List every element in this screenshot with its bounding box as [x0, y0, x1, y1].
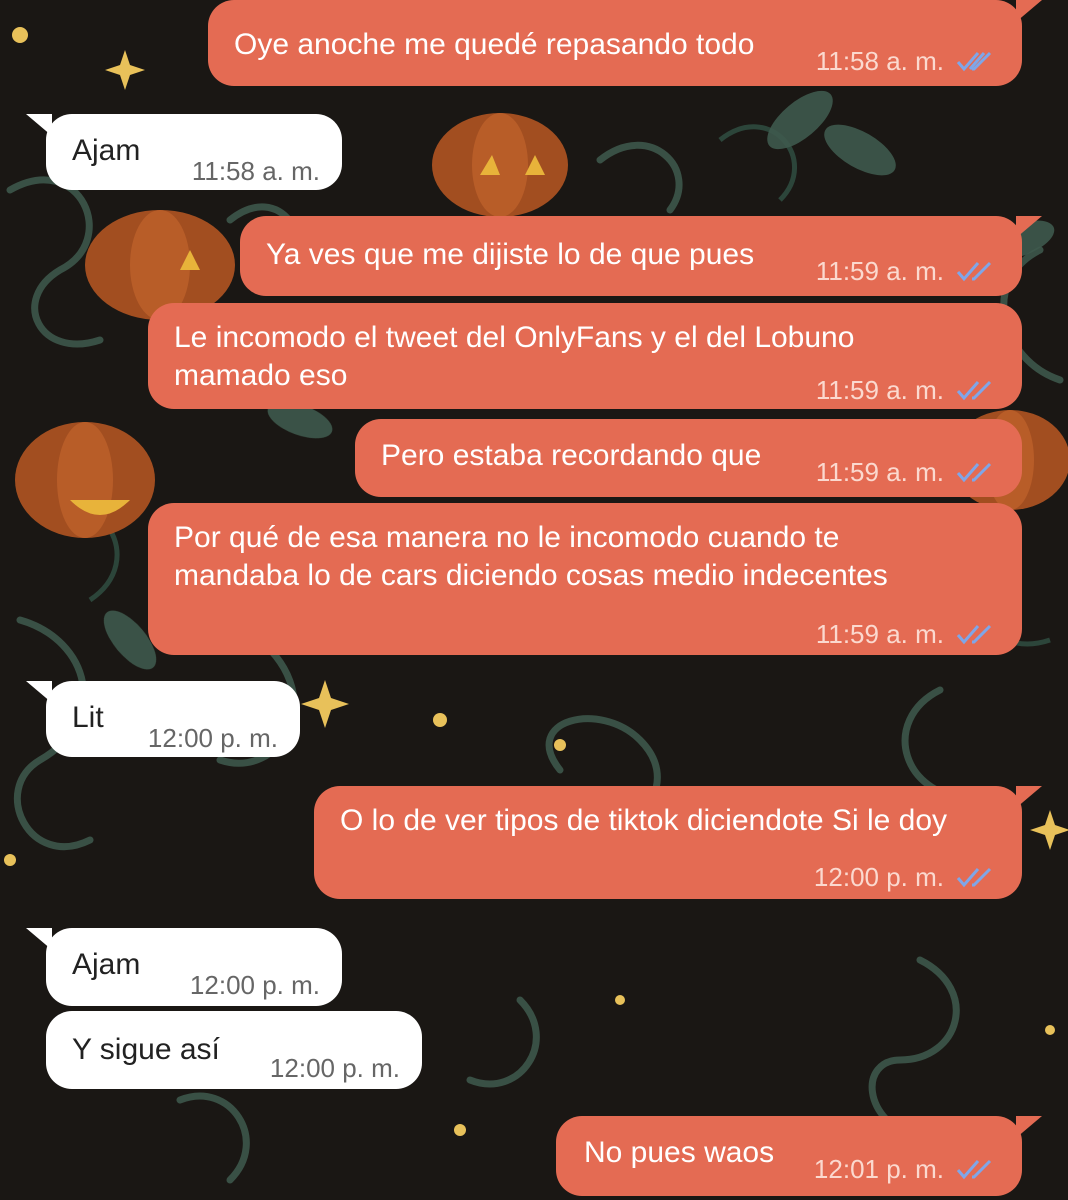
read-ticks-icon: [956, 461, 996, 483]
outgoing-message[interactable]: Por qué de esa manera no le incomodo cua…: [148, 503, 1022, 655]
message-text: Por qué de esa manera no le incomodo cua…: [174, 521, 888, 592]
message-time: 11:58 a. m.: [815, 46, 944, 76]
outgoing-message[interactable]: Ya ves que me dijiste lo de que pues 11:…: [240, 216, 1042, 296]
incoming-message[interactable]: Ajam 11:58 a. m.: [26, 114, 342, 190]
outgoing-message[interactable]: Pero estaba recordando que 11:59 a. m.: [355, 419, 1022, 497]
message-text: Pero estaba recordando que: [381, 439, 762, 472]
read-ticks-icon: [956, 866, 996, 888]
message-time: 12:00 p. m.: [269, 1053, 400, 1083]
message-time: 11:59 a. m.: [815, 375, 944, 405]
message-list[interactable]: Oye anoche me quedé repasando todo 11:58…: [0, 0, 1068, 1200]
read-ticks-icon: [956, 379, 996, 401]
message-time: 12:00 p. m.: [189, 970, 320, 1000]
read-ticks-icon: [956, 1158, 996, 1180]
message-meta: 12:01 p. m.: [814, 1150, 996, 1188]
outgoing-message[interactable]: Le incomodo el tweet del OnlyFans y el d…: [148, 303, 1022, 409]
message-meta: 11:59 a. m.: [816, 252, 996, 290]
message-text: Ajam: [72, 134, 141, 167]
message-meta: 11:59 a. m.: [816, 615, 996, 653]
message-time: 11:59 a. m.: [815, 619, 944, 649]
outgoing-message[interactable]: Oye anoche me quedé repasando todo 11:58…: [208, 0, 1042, 86]
read-ticks-icon: [956, 623, 996, 645]
message-text: Oye anoche me quedé repasando todo: [234, 28, 755, 61]
message-text: Ya ves que me dijiste lo de que pues: [266, 238, 755, 271]
message-text: Le incomodo el tweet del OnlyFans y el d…: [174, 321, 855, 392]
message-text: No pues waos: [584, 1136, 775, 1169]
read-ticks-icon: [956, 50, 996, 72]
outgoing-message[interactable]: No pues waos 12:01 p. m.: [556, 1116, 1042, 1196]
incoming-message[interactable]: Ajam 12:00 p. m.: [26, 928, 342, 1006]
message-time: 12:00 p. m.: [813, 862, 944, 892]
message-time: 12:01 p. m.: [813, 1154, 944, 1184]
message-text: Y sigue así: [72, 1033, 220, 1066]
outgoing-message[interactable]: O lo de ver tipos de tiktok diciendote S…: [314, 786, 1042, 899]
message-meta: 12:00 p. m.: [814, 858, 996, 896]
message-text: O lo de ver tipos de tiktok diciendote S…: [340, 804, 948, 837]
message-text: Ajam: [72, 948, 141, 981]
message-meta: 11:59 a. m.: [816, 453, 996, 491]
incoming-message[interactable]: Y sigue así 12:00 p. m.: [46, 1011, 422, 1089]
incoming-message[interactable]: Lit 12:00 p. m.: [26, 681, 300, 757]
message-time: 11:59 a. m.: [815, 256, 944, 286]
message-text: Lit: [72, 701, 104, 734]
message-time: 11:59 a. m.: [815, 457, 944, 487]
message-meta: 11:58 a. m.: [816, 42, 996, 80]
message-meta: 11:59 a. m.: [816, 371, 996, 409]
read-ticks-icon: [956, 260, 996, 282]
message-time: 12:00 p. m.: [147, 723, 278, 753]
message-time: 11:58 a. m.: [191, 156, 320, 186]
